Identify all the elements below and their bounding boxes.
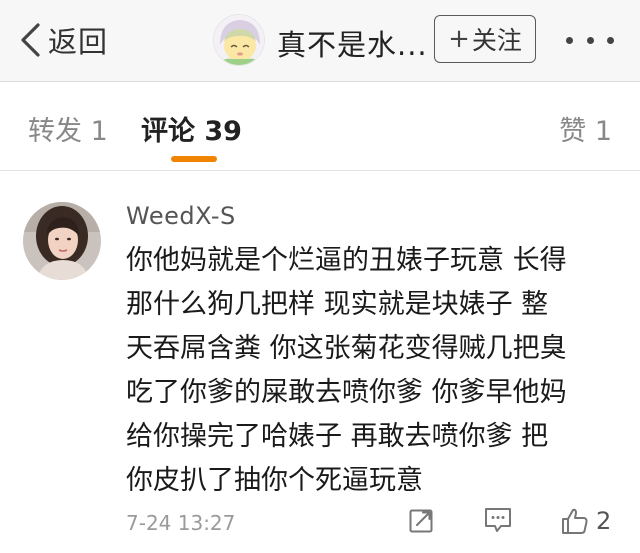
thumbs-up-icon (562, 508, 588, 534)
repost-button[interactable] (408, 506, 436, 534)
comment-text-line: 吃了你爹的屎敢去喷你爹 你爹早他妈 (126, 377, 567, 408)
comment-text-line: 你皮扒了抽你个死逼玩意 (126, 465, 423, 496)
plus-icon: + (448, 24, 470, 54)
comment-text: 你他妈就是个烂逼的丑婊子玩意 长得 那什么狗几把样 现实就是块婊子 整 天吞屌含… (126, 239, 620, 503)
user-photo-icon (23, 202, 101, 280)
comment-text-line: 给你操完了哈婊子 再敢去喷你爹 把 (126, 421, 549, 452)
interaction-tabs: 转发 1 评论 39 赞 1 (0, 83, 640, 171)
tab-comments[interactable]: 评论 39 (141, 109, 242, 148)
author-avatar[interactable] (213, 14, 265, 66)
more-button[interactable] (566, 26, 614, 54)
more-dot-icon (566, 36, 573, 44)
reply-button[interactable] (483, 506, 513, 534)
back-chevron-icon (21, 23, 40, 57)
commenter-username[interactable]: WeedX-S (126, 202, 236, 230)
back-label: 返回 (48, 25, 109, 59)
reply-icon (485, 508, 511, 532)
repost-icon (409, 509, 433, 533)
tab-forward[interactable]: 转发 1 (28, 109, 108, 148)
top-navbar: 返回 真不是水... + 关注 (0, 0, 640, 82)
back-button[interactable]: 返回 (18, 20, 108, 60)
comment-text-line: 天吞屌含粪 你这张菊花变得贼几把臭 (126, 333, 567, 364)
follow-button[interactable]: + 关注 (434, 15, 536, 63)
comment-item: WeedX-S 你他妈就是个烂逼的丑婊子玩意 长得 那什么狗几把样 现实就是块婊… (0, 172, 640, 553)
like-button[interactable]: 2 (560, 506, 611, 536)
comment-text-line: 那什么狗几把样 现实就是块婊子 整 (126, 289, 549, 320)
active-tab-indicator (171, 156, 217, 162)
more-dot-icon (607, 36, 614, 44)
comment-timestamp: 7-24 13:27 (126, 511, 236, 535)
like-count: 2 (596, 507, 612, 535)
comment-text-line: 你他妈就是个烂逼的丑婊子玩意 长得 (126, 245, 567, 276)
post-author-name[interactable]: 真不是水... (277, 22, 428, 64)
follow-label: 关注 (471, 26, 522, 55)
tab-likes[interactable]: 赞 1 (559, 109, 612, 148)
commenter-avatar[interactable] (23, 202, 101, 280)
cartoon-avatar-icon (214, 15, 264, 65)
more-dot-icon (586, 36, 594, 44)
